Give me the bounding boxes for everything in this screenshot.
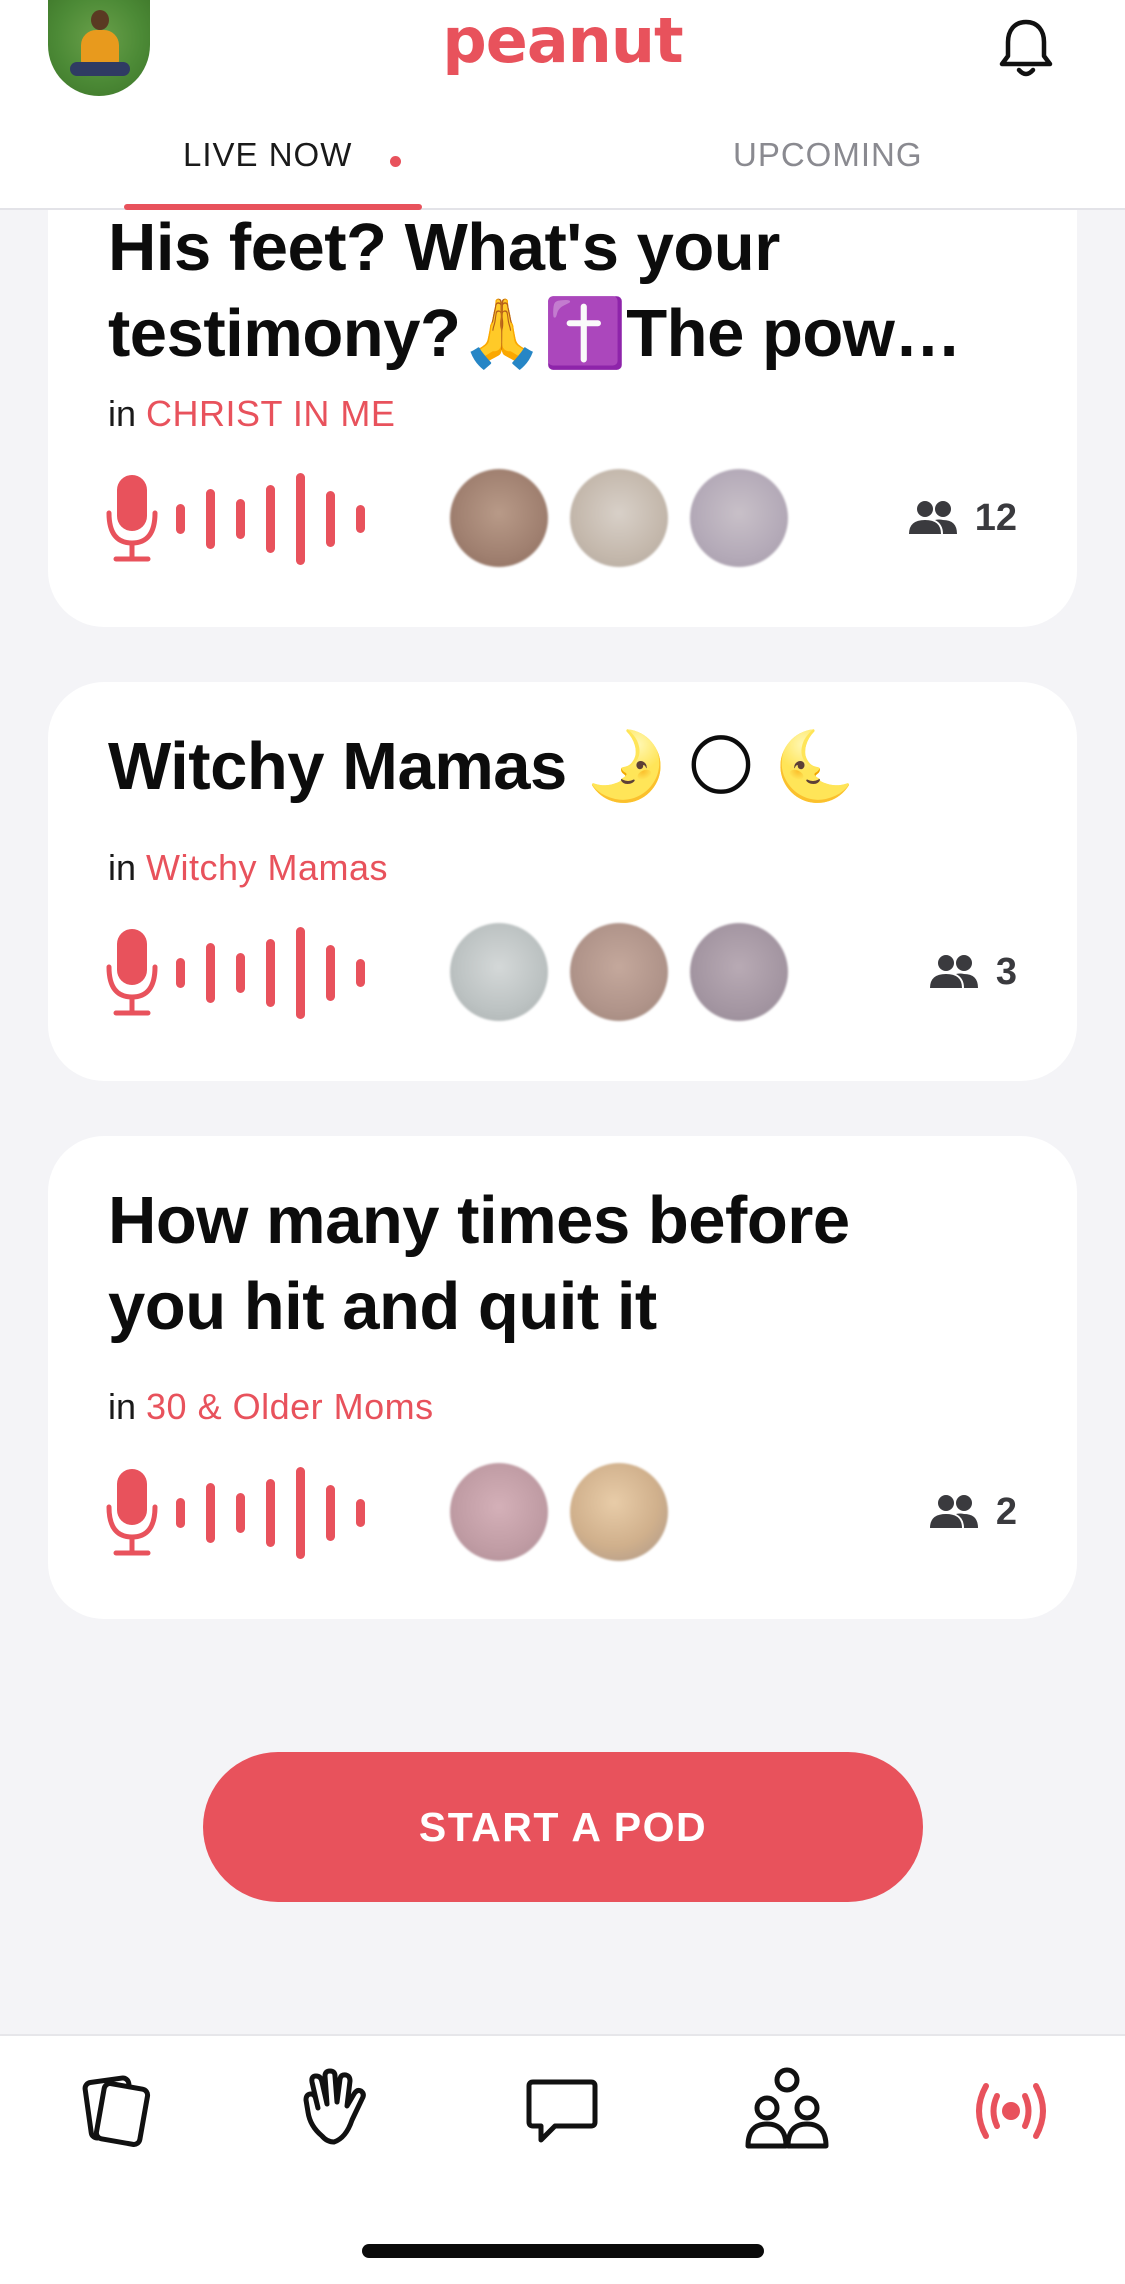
waveform-bar (356, 959, 365, 987)
waveform-bar (206, 489, 215, 549)
audio-waveform (176, 923, 376, 1023)
live-broadcast-icon[interactable] (966, 2066, 1056, 2156)
waveform-bar (176, 504, 185, 534)
people-icon (929, 955, 978, 988)
participant-count-value: 3 (995, 950, 1017, 993)
pod-title: His feet? What's your testimony?🙏✝️The p… (108, 205, 961, 377)
participant-count: 2 (926, 1487, 1017, 1537)
pod-group-link[interactable]: 30 & Older Moms (146, 1386, 434, 1427)
start-pod-button[interactable]: START A POD (203, 1752, 923, 1902)
pod-card[interactable]: How many times before you hit and quit i… (48, 1136, 1077, 1619)
microphone-icon (106, 929, 158, 1016)
pod-title-line: Witchy Mamas 🌛 🌕 🌜 (108, 729, 857, 804)
participant-count-value: 12 (974, 496, 1017, 539)
participant-avatar (450, 923, 548, 1021)
participant-avatar (570, 1463, 668, 1561)
waveform-bar (296, 473, 305, 565)
tab-upcoming[interactable]: UPCOMING (733, 136, 923, 174)
app-header: peanut LIVE NOW UPCOMING (0, 0, 1125, 210)
pod-audio-row (104, 923, 1064, 1023)
pod-card[interactable]: Witchy Mamas 🌛 🌕 🌜 in Witchy Mamas 3 (48, 682, 1077, 1081)
pod-title-line: testimony?🙏✝️The pow… (108, 296, 961, 371)
participant-avatar (690, 923, 788, 1021)
waveform-bar (236, 499, 245, 539)
waveform-bar (266, 939, 275, 1007)
people-icon (908, 501, 957, 534)
microphone-icon (106, 1469, 158, 1556)
waveform-bar (236, 1493, 245, 1533)
participant-avatar (450, 1463, 548, 1561)
pod-group-prefix: in (108, 393, 137, 434)
wave-hand-icon[interactable] (292, 2066, 382, 2156)
pod-group: in CHRIST IN ME (108, 393, 395, 435)
participant-avatar (570, 923, 668, 1021)
waveform-bar (266, 1479, 275, 1547)
chat-icon[interactable] (517, 2066, 607, 2156)
people-icon (929, 1495, 978, 1528)
pod-group: in Witchy Mamas (108, 847, 388, 889)
participant-count: 12 (905, 493, 1017, 543)
participant-avatar (450, 469, 548, 567)
participant-avatar (690, 469, 788, 567)
waveform-bar (176, 958, 185, 988)
waveform-bar (326, 491, 335, 547)
participant-count: 3 (926, 947, 1017, 997)
waveform-bar (176, 1498, 185, 1528)
pod-group-prefix: in (108, 847, 137, 888)
microphone-icon (106, 475, 158, 562)
home-indicator[interactable] (362, 2244, 764, 2258)
tab-live-now[interactable]: LIVE NOW (183, 136, 352, 174)
pod-title-line: you hit and quit it (108, 1269, 657, 1344)
community-icon[interactable] (742, 2066, 832, 2156)
pod-title-line: His feet? What's your (108, 210, 780, 285)
audio-waveform (176, 1463, 376, 1563)
waveform-bar (266, 485, 275, 553)
waveform-bar (296, 1467, 305, 1559)
waveform-bar (356, 505, 365, 533)
participant-avatar (570, 469, 668, 567)
waveform-bar (296, 927, 305, 1019)
pod-title: Witchy Mamas 🌛 🌕 🌜 (108, 724, 857, 810)
pod-group-link[interactable]: Witchy Mamas (146, 847, 388, 888)
pod-title-line: How many times before (108, 1183, 850, 1258)
participant-count-value: 2 (995, 1490, 1017, 1533)
app-logo: peanut (442, 4, 683, 77)
waveform-bar (356, 1499, 365, 1527)
audio-waveform (176, 469, 376, 569)
pod-group-prefix: in (108, 1386, 137, 1427)
waveform-bar (206, 943, 215, 1003)
active-tab-underline (124, 204, 422, 210)
live-indicator-dot (390, 156, 401, 167)
waveform-bar (326, 945, 335, 1001)
pod-group-link[interactable]: CHRIST IN ME (146, 393, 395, 434)
notifications-bell-icon[interactable] (996, 16, 1056, 80)
waveform-bar (206, 1483, 215, 1543)
pod-title: How many times before you hit and quit i… (108, 1178, 850, 1350)
waveform-bar (236, 953, 245, 993)
pod-audio-row (104, 1463, 1064, 1563)
waveform-bar (326, 1485, 335, 1541)
pod-group: in 30 & Older Moms (108, 1386, 434, 1428)
pod-card[interactable]: His feet? What's your testimony?🙏✝️The p… (48, 140, 1077, 627)
cards-icon[interactable] (72, 2066, 162, 2156)
